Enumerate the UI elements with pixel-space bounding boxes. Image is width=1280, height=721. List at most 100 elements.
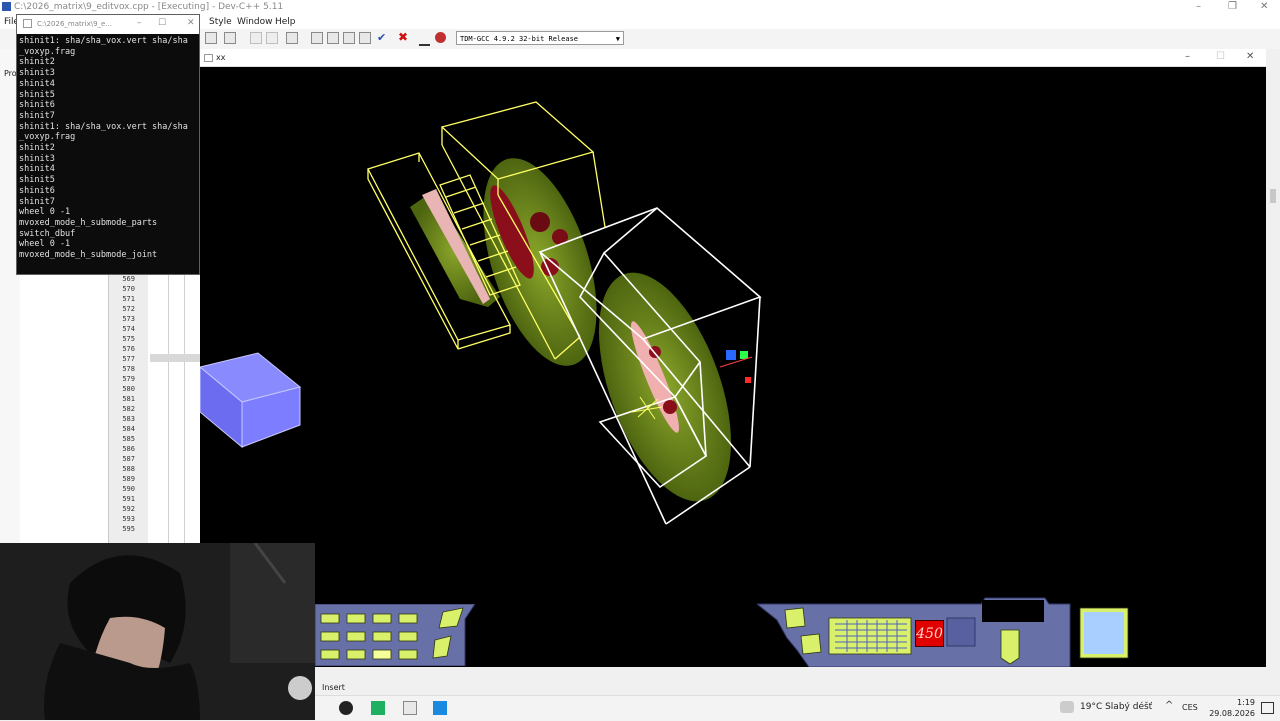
console-line: shinit4 bbox=[19, 164, 55, 175]
console-window[interactable]: C:\2026_matrix\9_e... – ☐ ✕ shinit1: sha… bbox=[16, 14, 200, 275]
line-number: 571 bbox=[122, 295, 135, 303]
grid-icon[interactable] bbox=[343, 32, 355, 44]
code-editor[interactable] bbox=[148, 275, 200, 543]
menu-window[interactable]: Window bbox=[237, 17, 273, 27]
window-icon[interactable] bbox=[327, 32, 339, 44]
line-number: 588 bbox=[122, 465, 135, 473]
compiler-select[interactable]: TDM-GCC 4.9.2 32-bit Release ▼ bbox=[456, 31, 624, 45]
hud-slot-empty bbox=[946, 617, 976, 647]
console-line: shinit3 bbox=[19, 68, 55, 79]
hud-slot[interactable] bbox=[372, 631, 392, 642]
hud-left-panel bbox=[315, 604, 475, 666]
console-line: _voxyp.frag bbox=[19, 132, 76, 143]
ide-status-bar: Insert bbox=[315, 680, 1280, 695]
line-number: 581 bbox=[122, 395, 135, 403]
hud-slot[interactable] bbox=[398, 649, 418, 660]
clock-time: 1:19 bbox=[1237, 698, 1255, 707]
hud-tool-icon[interactable] bbox=[784, 607, 806, 629]
stop-icon[interactable]: ✖ bbox=[398, 30, 408, 44]
console-title: C:\2026_matrix\9_e... bbox=[37, 20, 113, 28]
line-number: 570 bbox=[122, 285, 135, 293]
toolbar-button[interactable] bbox=[205, 32, 217, 44]
hud-slot[interactable] bbox=[346, 613, 366, 624]
project-tab-label[interactable]: Pro bbox=[4, 69, 17, 78]
voxel-model-middle[interactable] bbox=[461, 144, 619, 379]
close-icon[interactable]: ✕ bbox=[1246, 51, 1254, 62]
hud-slot-active[interactable] bbox=[372, 649, 392, 660]
language-indicator[interactable]: CES bbox=[1182, 703, 1198, 712]
menu-style[interactable]: Style bbox=[209, 17, 232, 27]
game-title-bar: xx – ☐ ✕ bbox=[200, 49, 1266, 67]
terminal-app-icon[interactable] bbox=[371, 701, 385, 715]
console-output: shinit1: sha/sha_vox.vert sha/sha _voxyp.… bbox=[19, 36, 188, 261]
console-line: shinit6 bbox=[19, 100, 55, 111]
chart-icon[interactable] bbox=[419, 33, 430, 46]
line-number: 590 bbox=[122, 485, 135, 493]
console-line: _voxyp.frag bbox=[19, 46, 76, 57]
hud-screen bbox=[982, 600, 1044, 622]
line-number: 574 bbox=[122, 325, 135, 333]
hud-slot[interactable] bbox=[398, 613, 418, 624]
check-icon[interactable]: ✔ bbox=[377, 31, 386, 44]
line-number: 589 bbox=[122, 475, 135, 483]
record-app-icon[interactable] bbox=[339, 701, 353, 715]
grid-icon[interactable] bbox=[311, 32, 323, 44]
line-number: 576 bbox=[122, 345, 135, 353]
clock[interactable]: 1:19 29.08.2026 bbox=[1203, 697, 1255, 719]
weather-icon[interactable] bbox=[1060, 701, 1074, 713]
back-icon[interactable] bbox=[250, 32, 262, 44]
hud-slot[interactable] bbox=[372, 613, 392, 624]
current-line-highlight bbox=[150, 354, 200, 362]
window-icon bbox=[204, 54, 213, 62]
windows-taskbar: 19°C Slabý déšť ^ CES 1:19 29.08.2026 bbox=[315, 695, 1280, 721]
window-app-icon[interactable] bbox=[403, 701, 417, 715]
weather-text[interactable]: 19°C Slabý déšť bbox=[1080, 702, 1152, 712]
devcpp-app-icon bbox=[2, 2, 11, 11]
hud-slot[interactable] bbox=[346, 649, 366, 660]
console-title-bar: C:\2026_matrix\9_e... – ☐ ✕ bbox=[17, 15, 199, 34]
debug-icon[interactable] bbox=[435, 32, 446, 43]
minimize-icon[interactable]: – bbox=[137, 18, 142, 28]
maximize-icon[interactable]: ☐ bbox=[158, 18, 166, 28]
app-active-icon[interactable] bbox=[433, 701, 447, 715]
close-icon[interactable]: ✕ bbox=[1260, 1, 1268, 12]
console-line: mvoxed_mode_h_submode_parts bbox=[19, 217, 158, 228]
hud-slot[interactable] bbox=[346, 631, 366, 642]
hud-slot[interactable] bbox=[320, 613, 340, 624]
line-number: 573 bbox=[122, 315, 135, 323]
minimize-icon[interactable]: – bbox=[1196, 1, 1201, 12]
clock-date: 29.08.2026 bbox=[1209, 709, 1255, 718]
voxel-scene[interactable] bbox=[200, 67, 1266, 667]
toolbar-button[interactable] bbox=[224, 32, 236, 44]
blue-selection-box[interactable] bbox=[200, 352, 302, 449]
ide-window-title: C:\2026_matrix\9_editvox.cpp - [Executin… bbox=[14, 2, 284, 12]
console-line: shinit2 bbox=[19, 143, 55, 154]
console-line: wheel 0 -1 bbox=[19, 239, 71, 250]
line-number: 595 bbox=[122, 525, 135, 533]
forward-icon[interactable] bbox=[266, 32, 278, 44]
maximize-icon[interactable]: ☐ bbox=[1216, 51, 1225, 62]
scrollbar-thumb[interactable] bbox=[1270, 189, 1276, 203]
console-line: shinit4 bbox=[19, 78, 55, 89]
3d-viewport[interactable] bbox=[200, 67, 1266, 667]
close-icon[interactable]: ✕ bbox=[187, 18, 195, 28]
hud-shield-icon[interactable] bbox=[1000, 629, 1020, 665]
hud-preview bbox=[1084, 612, 1124, 654]
line-number: 569 bbox=[122, 275, 135, 283]
hud-slot[interactable] bbox=[320, 631, 340, 642]
toolbar-button[interactable] bbox=[286, 32, 298, 44]
chevron-down-icon: ▼ bbox=[615, 35, 620, 43]
webcam-overlay bbox=[0, 543, 315, 720]
minimize-icon[interactable]: – bbox=[1185, 51, 1190, 62]
grid-icon[interactable] bbox=[359, 32, 371, 44]
notification-icon[interactable] bbox=[1261, 702, 1274, 714]
console-line: switch_dbuf bbox=[19, 228, 76, 239]
chevron-up-icon[interactable]: ^ bbox=[1165, 700, 1173, 711]
restore-icon[interactable]: ❐ bbox=[1228, 1, 1237, 12]
hud-slot[interactable] bbox=[398, 631, 418, 642]
menu-help[interactable]: Help bbox=[275, 17, 296, 27]
transform-gizmo[interactable] bbox=[719, 350, 753, 383]
hud-slot[interactable] bbox=[320, 649, 340, 660]
hud-tool-icon[interactable] bbox=[800, 633, 822, 655]
ide-scrollbar[interactable] bbox=[1266, 49, 1280, 668]
